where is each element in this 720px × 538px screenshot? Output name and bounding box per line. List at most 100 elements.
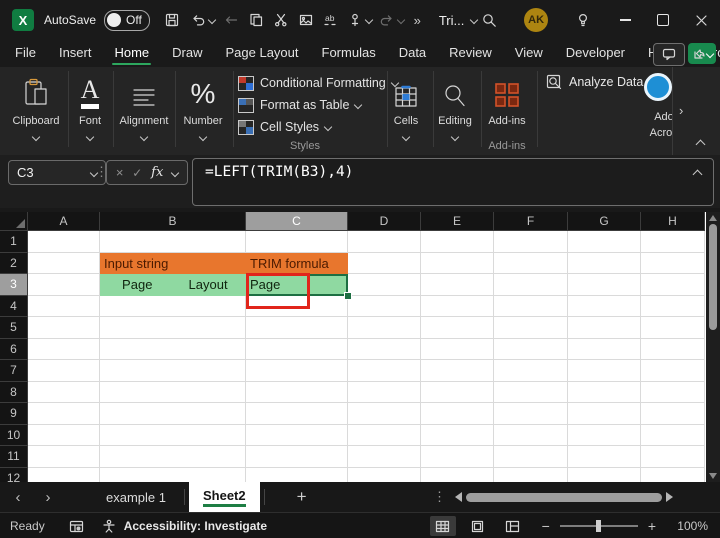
document-name-dropdown[interactable]: Tri... [439, 13, 478, 28]
adobe-acrobat-button[interactable]: Ado Acrob [634, 67, 672, 155]
grid-cell-D3[interactable] [348, 274, 421, 296]
grid-cell-H3[interactable] [641, 274, 705, 296]
grid-cell-H7[interactable] [641, 360, 705, 382]
grid-cell-C10[interactable] [246, 425, 348, 447]
row-header-8[interactable]: 8 [0, 382, 28, 404]
grid-cell-E11[interactable] [421, 446, 494, 468]
maximize-button[interactable] [647, 7, 679, 33]
tab-home[interactable]: Home [112, 41, 151, 66]
scroll-right-icon[interactable] [666, 492, 673, 502]
grid-cell-A7[interactable] [28, 360, 100, 382]
grid-cell-D9[interactable] [348, 403, 421, 425]
grid-cell-E6[interactable] [421, 339, 494, 361]
grid-cell-C1[interactable] [246, 231, 348, 253]
grid-cell-A11[interactable] [28, 446, 100, 468]
grid-cell-F7[interactable] [494, 360, 568, 382]
grid-cell-H4[interactable] [641, 296, 705, 318]
grid-cell-H1[interactable] [641, 231, 705, 253]
share-button[interactable] [688, 43, 716, 64]
grid-cell-G10[interactable] [568, 425, 641, 447]
grid-cell-F4[interactable] [494, 296, 568, 318]
conditional-formatting-button[interactable]: Conditional Formatting [238, 74, 398, 92]
grid-cell-B11[interactable] [100, 446, 246, 468]
grid-cell-D11[interactable] [348, 446, 421, 468]
grid-cell-D6[interactable] [348, 339, 421, 361]
qat-overflow-icon[interactable]: » [414, 13, 421, 28]
replace-icon[interactable]: ab [318, 7, 343, 33]
grid-cell-F3[interactable] [494, 274, 568, 296]
grid-cell-E1[interactable] [421, 231, 494, 253]
grid-cell-G2[interactable] [568, 253, 641, 275]
grid-cell-G3[interactable] [568, 274, 641, 296]
grid-cell-F11[interactable] [494, 446, 568, 468]
grid-cell-F6[interactable] [494, 339, 568, 361]
grid-cell-G7[interactable] [568, 360, 641, 382]
grid-cell-D4[interactable] [348, 296, 421, 318]
scroll-up-icon[interactable] [709, 215, 717, 221]
tab-data[interactable]: Data [397, 41, 428, 66]
page-layout-view-button[interactable] [465, 516, 491, 536]
sheet-nav-next-icon[interactable]: › [38, 489, 58, 506]
editing-group-button[interactable]: Editing [429, 73, 481, 145]
grid-cell-E4[interactable] [421, 296, 494, 318]
collapse-formula-bar-icon[interactable] [693, 170, 703, 180]
column-header-H[interactable]: H [641, 212, 705, 231]
grid-cell-B4[interactable] [100, 296, 246, 318]
grid-cell-D10[interactable] [348, 425, 421, 447]
name-box[interactable]: C3 [8, 160, 106, 185]
undo-button[interactable] [187, 7, 219, 33]
font-group-button[interactable]: A Font [62, 73, 118, 145]
grid-cell-D5[interactable] [348, 317, 421, 339]
row-header-11[interactable]: 11 [0, 446, 28, 468]
grid-cell-C9[interactable] [246, 403, 348, 425]
collapse-ribbon-icon[interactable] [696, 140, 706, 150]
column-header-E[interactable]: E [421, 212, 494, 231]
grid-cell-B7[interactable] [100, 360, 246, 382]
page-break-preview-button[interactable] [500, 516, 526, 536]
grid-cell-H8[interactable] [641, 382, 705, 404]
touch-mode-icon[interactable] [343, 7, 375, 33]
grid-cell-C7[interactable] [246, 360, 348, 382]
sheet-tab-sheet2[interactable]: Sheet2 [189, 482, 260, 512]
grid-cell-E10[interactable] [421, 425, 494, 447]
grid-cell-F5[interactable] [494, 317, 568, 339]
search-icon[interactable] [477, 7, 502, 33]
grid-cell-E7[interactable] [421, 360, 494, 382]
grid-cell-H10[interactable] [641, 425, 705, 447]
grid-cell-E2[interactable] [421, 253, 494, 275]
grid-cell-F2[interactable] [494, 253, 568, 275]
grid-cell-G5[interactable] [568, 317, 641, 339]
copy-icon[interactable] [244, 7, 269, 33]
grid-cell-F1[interactable] [494, 231, 568, 253]
grid-cell-A9[interactable] [28, 403, 100, 425]
grid-cell-F10[interactable] [494, 425, 568, 447]
analyze-data-button[interactable]: Analyze Data [546, 74, 643, 90]
row-header-4[interactable]: 4 [0, 296, 28, 318]
alignment-group-button[interactable]: Alignment [116, 73, 172, 145]
row-header-10[interactable]: 10 [0, 425, 28, 447]
grid-cell-B10[interactable] [100, 425, 246, 447]
tab-view[interactable]: View [513, 41, 545, 66]
column-header-F[interactable]: F [494, 212, 568, 231]
insert-function-icon[interactable]: fx [151, 165, 163, 180]
grid-cell-F9[interactable] [494, 403, 568, 425]
grid-cell-H5[interactable] [641, 317, 705, 339]
row-header-1[interactable]: 1 [0, 231, 28, 253]
scroll-down-icon[interactable] [709, 473, 717, 479]
grid-cell-G8[interactable] [568, 382, 641, 404]
fill-handle[interactable] [344, 292, 352, 300]
row-header-5[interactable]: 5 [0, 317, 28, 339]
row-header-6[interactable]: 6 [0, 339, 28, 361]
grid-cell-A8[interactable] [28, 382, 100, 404]
cells-group-button[interactable]: Cells [381, 73, 431, 145]
horizontal-scrollbar-thumb[interactable] [466, 493, 662, 502]
zoom-in-button[interactable]: + [648, 518, 656, 534]
row-header-3[interactable]: 3 [0, 274, 28, 296]
tab-draw[interactable]: Draw [170, 41, 204, 66]
sheet-tab-menu-icon[interactable]: ⋮ [433, 489, 446, 505]
paste-picture-icon[interactable] [293, 7, 318, 33]
format-as-table-button[interactable]: Format as Table [238, 96, 361, 114]
grid-cell-D1[interactable] [348, 231, 421, 253]
vertical-scrollbar[interactable] [706, 212, 720, 482]
grid-cell-H11[interactable] [641, 446, 705, 468]
